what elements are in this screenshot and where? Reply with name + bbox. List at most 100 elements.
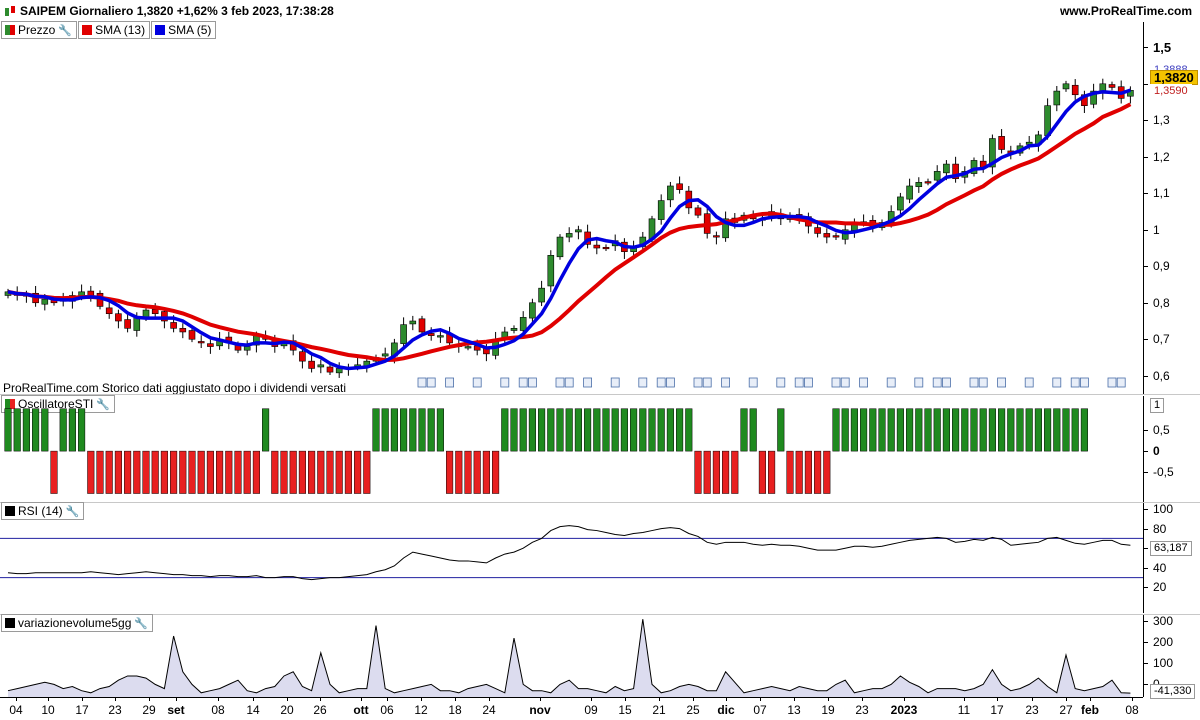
osc-bar [114, 450, 122, 494]
prezzo-swatch [5, 25, 15, 35]
osc-bar [528, 408, 536, 452]
rsi-chart[interactable] [0, 503, 1143, 613]
osc-bar [1007, 408, 1015, 452]
candle-body [381, 353, 389, 357]
osc-bar [464, 450, 472, 494]
osc-bar [942, 408, 950, 452]
dividend-marker-icon [840, 377, 850, 388]
time-tick-mark [1066, 697, 1067, 701]
dividend-marker-icon [500, 377, 510, 388]
candle-body [133, 317, 141, 331]
candle-body [529, 302, 536, 319]
time-tick-mark [964, 697, 965, 701]
osc-bar [519, 408, 527, 452]
osc-bar [924, 408, 932, 452]
osc-bar [280, 450, 288, 494]
price-tick-mark [1143, 156, 1148, 158]
candle-body [1062, 83, 1070, 90]
dividend-marker-icon [1070, 377, 1080, 388]
osc-bar [666, 408, 674, 452]
time-tick-label: 13 [787, 703, 801, 717]
dividend-marker-icon [702, 377, 712, 388]
osc-bar [850, 408, 858, 452]
oscillator-chart[interactable] [0, 396, 1143, 502]
osc-bar [418, 408, 426, 452]
candle-body [151, 309, 159, 315]
time-tick-label: 29 [142, 703, 156, 717]
osc-bar [768, 450, 776, 494]
osc-tick-label: -0,5 [1153, 465, 1174, 480]
osc-bar [455, 450, 463, 494]
candle-body [814, 227, 821, 234]
legend-item-sma13[interactable]: SMA (13) [78, 21, 151, 39]
dividend-marker-icon [518, 377, 528, 388]
osc-bar [740, 408, 748, 452]
legend-item-sma5[interactable]: SMA (5) [151, 21, 217, 39]
osc-tick-label: 0,5 [1153, 422, 1170, 437]
osc-bar [68, 408, 76, 452]
osc-bar [179, 450, 187, 494]
time-tick-label: 08 [211, 703, 225, 717]
osc-bar [915, 408, 923, 452]
time-tick-label: 10 [41, 703, 55, 717]
site-label[interactable]: www.ProRealTime.com [1060, 4, 1192, 18]
osc-bar [381, 408, 389, 452]
osc-bar [988, 408, 996, 452]
time-tick-label: set [167, 703, 185, 717]
time-tick-mark [489, 697, 490, 701]
time-tick-mark [320, 697, 321, 701]
rsi-value-badge: 63,187 [1150, 541, 1192, 556]
legend-item-prezzo[interactable]: Prezzo 🔧 [1, 21, 78, 39]
time-tick-label: 09 [584, 703, 598, 717]
time-tick-label: 07 [753, 703, 767, 717]
rsi-tick-mark [1143, 509, 1148, 510]
candle-body [676, 183, 683, 190]
osc-bar [335, 450, 343, 494]
osc-bar [41, 408, 49, 452]
volume-tick-label: 200 [1153, 635, 1174, 650]
osc-bar [1034, 408, 1042, 452]
osc-bar [409, 408, 417, 452]
osc-bar [593, 408, 601, 452]
panel-separator[interactable] [0, 394, 1200, 395]
osc-bar [722, 450, 730, 494]
candle-body [41, 298, 49, 305]
osc-bar [547, 408, 555, 452]
time-tick-label: 15 [618, 703, 632, 717]
osc-bar [105, 450, 113, 494]
candle-body [115, 313, 122, 322]
osc-bar [758, 450, 766, 494]
osc-bar [13, 408, 21, 452]
candle-body [317, 364, 325, 368]
last-price-badge: 1,3820 [1150, 70, 1198, 85]
candle-body [906, 185, 913, 200]
time-tick-mark [726, 697, 727, 701]
candle-body [519, 317, 527, 331]
rsi-tick-mark [1143, 587, 1148, 589]
dividend-marker-icon [583, 377, 592, 388]
volume-tick-label: 300 [1153, 614, 1174, 629]
osc-tick-mark [1143, 429, 1148, 431]
osc-bar [630, 408, 638, 452]
dividend-marker-icon [748, 377, 758, 388]
rsi-tick-label: 20 [1153, 580, 1167, 595]
time-tick-label: 17 [75, 703, 89, 717]
candle-body [437, 335, 444, 338]
time-tick-label: 04 [9, 703, 23, 717]
price-tick-mark [1143, 83, 1148, 85]
candle-body [694, 207, 702, 216]
price-tick-mark [1143, 193, 1148, 195]
osc-bar [170, 450, 178, 494]
osc-axis-line [1143, 396, 1144, 502]
osc-bar [1025, 408, 1033, 452]
candle-body [188, 330, 196, 340]
title-bar: SAIPEM Giornaliero 1,3820 +1,62% 3 feb 2… [0, 0, 1200, 22]
wrench-icon[interactable]: 🔧 [58, 24, 72, 37]
osc-bar [32, 408, 40, 452]
price-legend: Prezzo 🔧 SMA (13) SMA (5) [1, 21, 218, 39]
legend-label-sma13: SMA (13) [95, 23, 146, 37]
price-tick-label: 0,8 [1153, 295, 1170, 310]
candle-body [179, 328, 187, 333]
price-chart[interactable] [0, 40, 1143, 394]
volume-change-chart[interactable] [0, 615, 1143, 697]
